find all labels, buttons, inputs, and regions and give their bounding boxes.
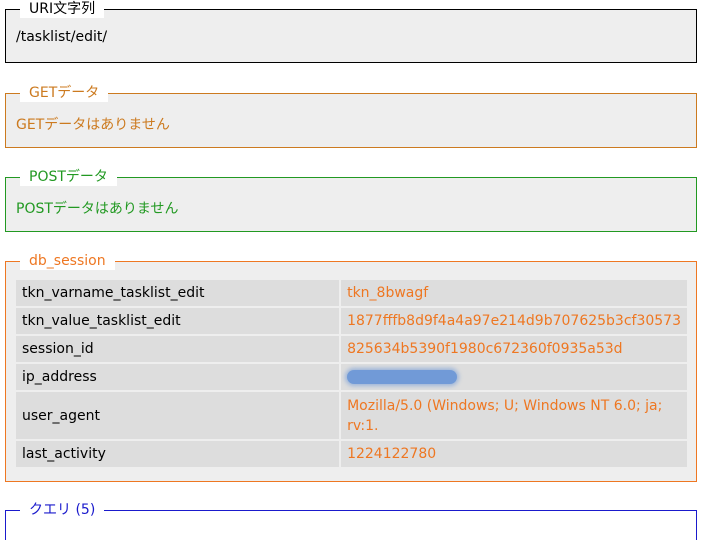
db-session-legend: db_session [20, 252, 115, 270]
get-data-legend: GETデータ [20, 84, 109, 102]
session-key: session_id [16, 336, 340, 362]
table-row: ip_address [16, 364, 687, 390]
uri-string-value: /tasklist/edit/ [16, 29, 108, 45]
get-data-section: GETデータ GETデータはありません [5, 84, 697, 148]
session-key: ip_address [16, 364, 340, 390]
session-value-redacted [339, 364, 687, 390]
table-row: tkn_varname_tasklist_edit tkn_8bwagf [16, 280, 687, 306]
session-key: tkn_varname_tasklist_edit [16, 280, 340, 306]
db-session-table: tkn_varname_tasklist_edit tkn_8bwagf tkn… [16, 278, 687, 469]
session-key: last_activity [16, 441, 340, 467]
post-data-legend: POSTデータ [20, 168, 117, 186]
session-value: 825634b5390f1980c672360f0935a53d [339, 336, 687, 362]
post-data-section: POSTデータ POSTデータはありません [5, 168, 697, 232]
table-row: user_agent Mozilla/5.0 (Windows; U; Wind… [16, 392, 687, 439]
table-row: tkn_value_tasklist_edit 1877fffb8d9f4a4a… [16, 308, 687, 334]
uri-string-legend: URI文字列 [20, 0, 105, 18]
table-row: last_activity 1224122780 [16, 441, 687, 467]
table-row: session_id 825634b5390f1980c672360f0935a… [16, 336, 687, 362]
redacted-ip-blur [347, 370, 458, 384]
db-session-section: db_session tkn_varname_tasklist_edit tkn… [5, 252, 697, 482]
session-value: Mozilla/5.0 (Windows; U; Windows NT 6.0;… [339, 392, 687, 439]
session-value: 1877fffb8d9f4a4a97e214d9b707625b3cf30573 [339, 308, 687, 334]
get-data-value: GETデータはありません [16, 117, 170, 133]
uri-string-section: URI文字列 /tasklist/edit/ [5, 0, 697, 63]
post-data-value: POSTデータはありません [16, 201, 179, 217]
session-value: tkn_8bwagf [339, 280, 687, 306]
session-key: user_agent [16, 392, 340, 439]
query-section: クエリ (5) [5, 501, 697, 540]
query-legend: クエリ (5) [20, 501, 105, 519]
session-key: tkn_value_tasklist_edit [16, 308, 340, 334]
session-value: 1224122780 [339, 441, 687, 467]
